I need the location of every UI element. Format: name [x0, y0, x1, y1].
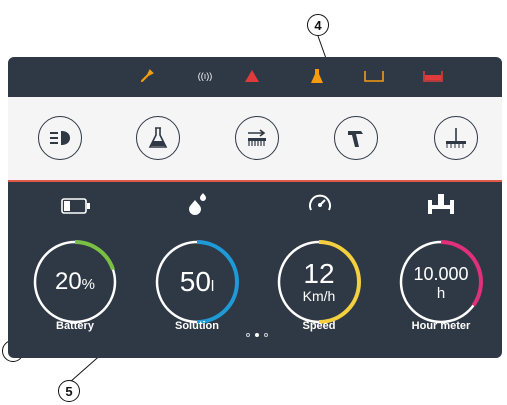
wrench-icon: [138, 67, 156, 85]
speed-gauge: 12 Km/h: [276, 239, 362, 325]
wireless-signal-icon: ((ı)): [197, 71, 213, 81]
warning-triangle-icon: [243, 67, 261, 85]
hour-meter-unit: h: [436, 284, 446, 302]
speedometer-icon: [305, 192, 335, 216]
detergent-flask-icon: [308, 67, 326, 85]
hour-meter-gauge: 10.000 h: [398, 239, 484, 325]
callout-top: 4: [307, 14, 329, 36]
squeegee-icon: [446, 128, 466, 148]
detergent-flask-icon: [148, 127, 168, 148]
solution-label: Solution: [175, 320, 219, 332]
page-indicator: [246, 333, 268, 337]
tank-full-icon: [422, 67, 444, 85]
battery-gauge: 20%: [32, 239, 118, 325]
hour-meter-label: Hour meter: [411, 320, 471, 332]
status-bar: ((ı)): [8, 57, 502, 97]
brush-button[interactable]: [235, 116, 279, 160]
display-panel: ((ı)) 20% Battery 50l Solution 12 Km/h S…: [8, 57, 502, 358]
page-dot[interactable]: [264, 333, 268, 337]
solution-unit: l: [210, 278, 215, 295]
speed-unit: Km/h: [302, 288, 336, 304]
speed-value: 12: [303, 258, 335, 289]
spray-gun-icon: [348, 131, 363, 147]
callout-bottom: 5: [58, 380, 80, 402]
battery-unit: %: [81, 276, 96, 293]
function-toolbar: [8, 97, 502, 182]
solution-value: 50: [179, 266, 211, 297]
detergent-button[interactable]: [136, 116, 180, 160]
water-drops-icon: [183, 192, 213, 216]
hour-meter-value: 10.000: [413, 263, 469, 284]
headlight-icon: [50, 131, 70, 145]
squeegee-button[interactable]: [434, 116, 478, 160]
brush-icon: [248, 129, 266, 146]
page-dot[interactable]: [246, 333, 250, 337]
battery-value: 20: [54, 268, 82, 295]
battery-label: Battery: [56, 320, 94, 332]
tank-empty-icon: [363, 67, 385, 85]
hour-meter-icon: [426, 192, 456, 216]
battery-icon: [61, 194, 91, 218]
spray-gun-button[interactable]: [334, 116, 378, 160]
page-dot-active[interactable]: [255, 333, 259, 337]
headlight-button[interactable]: [38, 116, 82, 160]
speed-label: Speed: [302, 320, 336, 332]
solution-gauge: 50l: [154, 239, 240, 325]
